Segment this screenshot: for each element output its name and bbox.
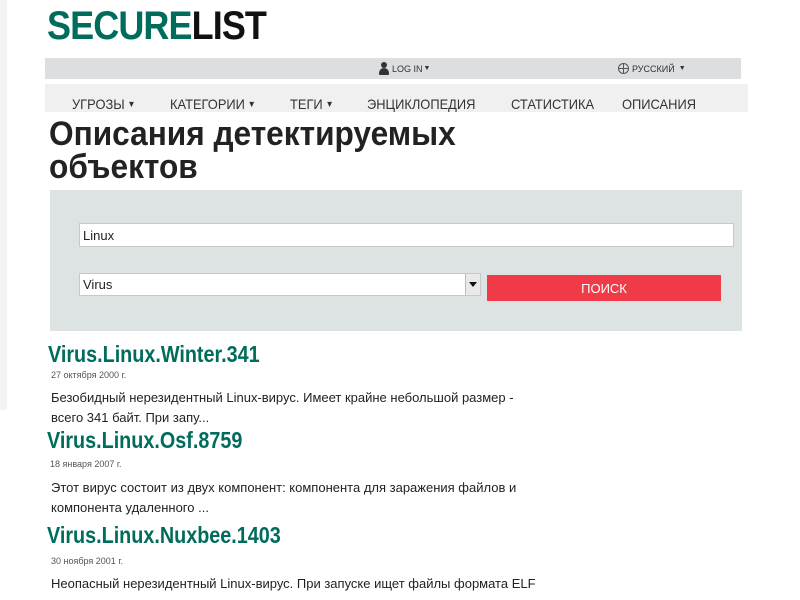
nav-item-encyclopedia[interactable]: Энциклопедия [367, 84, 475, 112]
result-description: Этот вирус состоит из двух компонент: ко… [51, 478, 591, 518]
page-title: Описания детектируемых объектов [49, 115, 456, 186]
result-title-link[interactable]: Virus.Linux.Nuxbee.1403 [47, 522, 281, 548]
result-date: 30 ноября 2001 г. [51, 556, 123, 566]
result-description-line: Неопасный нерезидентный Linux-вирус. При… [51, 576, 536, 591]
chevron-down-icon: ▼ [423, 65, 431, 72]
nav-item-label: Теги [290, 96, 323, 112]
globe-icon [618, 63, 629, 74]
nav-item-label: Угрозы [72, 96, 125, 112]
search-button[interactable]: ПОИСК [487, 275, 721, 301]
nav-item-label: Энциклопедия [367, 96, 476, 112]
search-panel: Virus ПОИСК [50, 190, 742, 331]
nav-item-tags[interactable]: Теги ▼ [290, 84, 334, 112]
chevron-down-icon: ▼ [127, 99, 136, 109]
chevron-down-icon: ▼ [325, 99, 334, 109]
nav-item-label: Категории [170, 96, 245, 112]
nav-item-label: Статистика [511, 96, 595, 112]
select-dropdown-button[interactable] [465, 274, 480, 295]
language-selector[interactable]: РУССКИЙ ▼ [618, 58, 686, 79]
chevron-down-icon: ▼ [678, 65, 686, 72]
result-date: 27 октября 2000 г. [51, 370, 127, 380]
login-link[interactable]: LOG IN ▼ [379, 58, 430, 79]
result-description-line: Этот вирус состоит из двух компонент: ко… [51, 480, 517, 495]
result-title-link[interactable]: Virus.Linux.Winter.341 [48, 341, 260, 367]
login-label: LOG IN [392, 63, 423, 74]
left-edge-strip [0, 0, 7, 410]
nav-item-descriptions[interactable]: Описания [622, 84, 696, 112]
chevron-down-icon [469, 282, 477, 287]
search-input[interactable] [79, 223, 734, 247]
nav-item-categories[interactable]: Категории ▼ [170, 84, 256, 112]
nav-item-statistics[interactable]: Статистика [511, 84, 594, 112]
logo-list-text: LIST [191, 4, 267, 48]
result-description-line: всего 341 байт. При запу... [51, 410, 210, 425]
result-description: Безобидный нерезидентный Linux-вирус. Им… [51, 388, 591, 428]
result-date: 18 января 2007 г. [50, 459, 122, 469]
object-type-select[interactable]: Virus [79, 273, 481, 296]
result-title-link[interactable]: Virus.Linux.Osf.8759 [47, 427, 242, 453]
select-value: Virus [83, 277, 113, 292]
logo-secure-text: SECURE [47, 4, 193, 48]
top-utility-bar: LOG IN ▼ РУССКИЙ ▼ [45, 58, 741, 79]
user-icon [379, 62, 389, 75]
result-description-line: Безобидный нерезидентный Linux-вирус. Им… [51, 390, 514, 405]
result-description: Неопасный нерезидентный Linux-вирус. При… [51, 574, 591, 594]
language-label: РУССКИЙ [632, 63, 675, 74]
main-navigation: Угрозы ▼ Категории ▼ Теги ▼ Энциклопедия Ст… [45, 84, 748, 112]
chevron-down-icon: ▼ [247, 99, 256, 109]
nav-item-threats[interactable]: Угрозы ▼ [72, 84, 136, 112]
nav-item-label: Описания [622, 96, 697, 112]
securelist-logo[interactable]: SECURELIST [47, 4, 267, 48]
result-description-line: компонента удаленного ... [51, 500, 209, 515]
